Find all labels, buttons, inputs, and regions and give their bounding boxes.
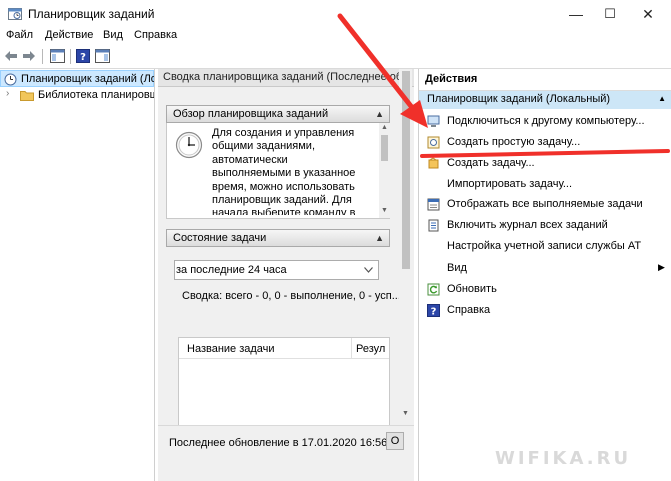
annotation-arrow-head (400, 100, 428, 128)
annotation-underline (420, 149, 670, 158)
annotation-overlay (337, 13, 670, 158)
annotation-arrow-shaft (337, 13, 417, 113)
watermark: WIFIKA.RU (495, 448, 632, 469)
